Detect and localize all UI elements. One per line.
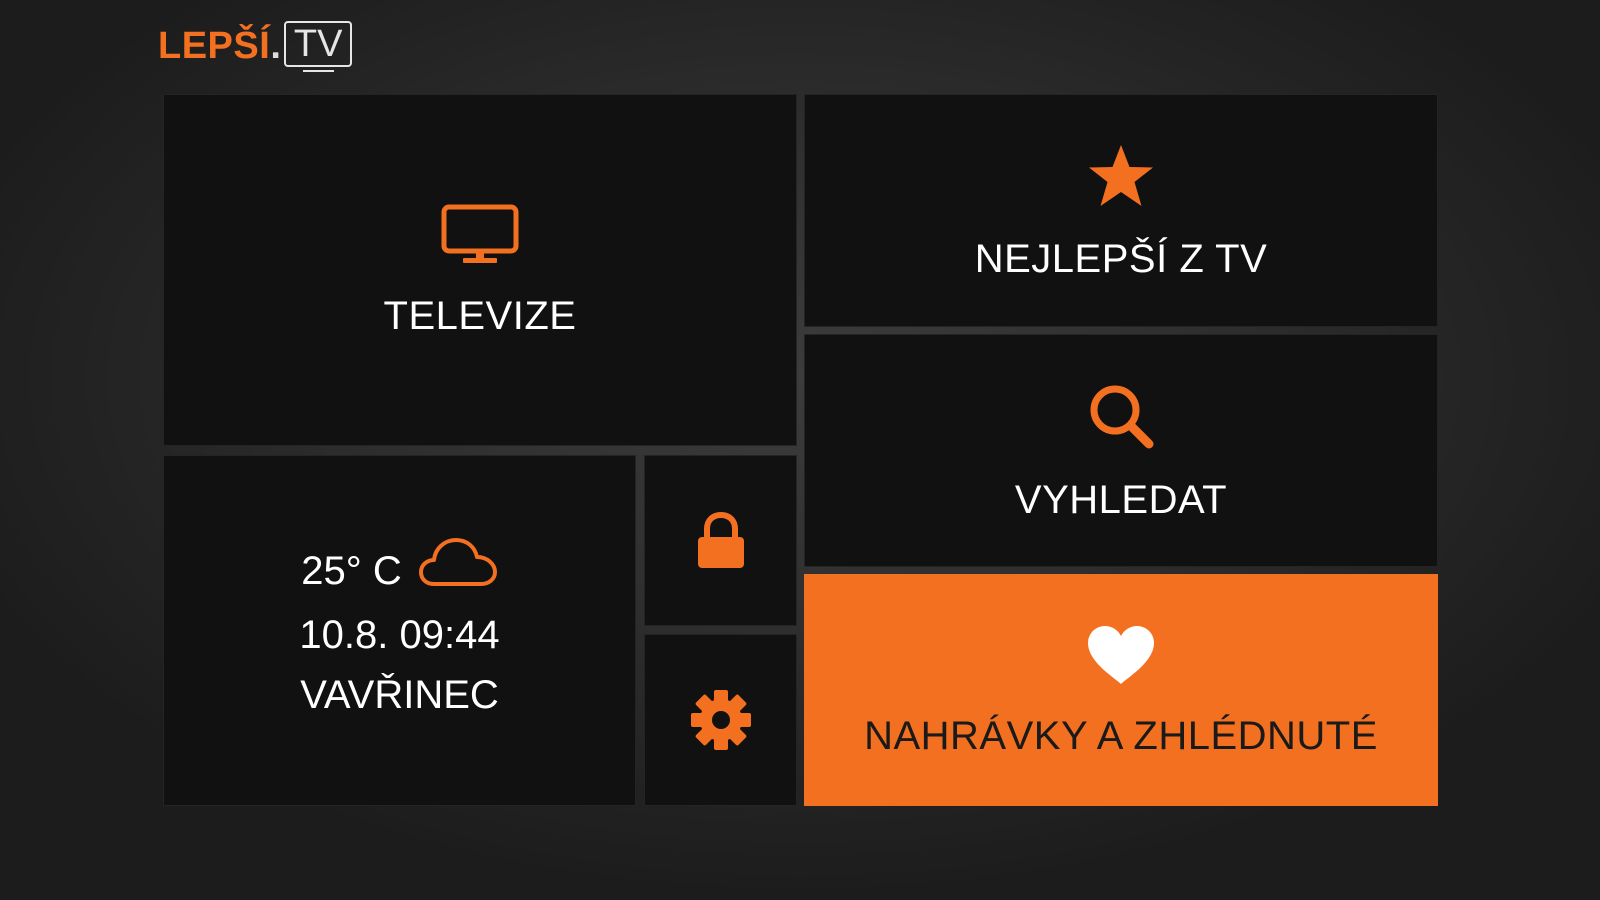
temperature-row: 25° C <box>301 536 498 605</box>
logo-dot: . <box>270 25 281 67</box>
logo-brand: LEPŠÍ <box>158 25 271 67</box>
temperature: 25° C <box>301 548 402 593</box>
heart-icon <box>1085 624 1157 686</box>
tile-search[interactable]: VYHLEDAT <box>804 334 1438 567</box>
app-logo: LEPŠÍ . TV <box>158 18 353 74</box>
tile-lock[interactable] <box>644 455 797 626</box>
gear-icon <box>689 688 753 752</box>
tile-settings[interactable] <box>644 634 797 806</box>
nameday: VAVŘINEC <box>300 673 499 717</box>
tile-television[interactable]: TELEVIZE <box>163 94 797 446</box>
lock-icon <box>696 511 746 570</box>
tile-info: 25° C 10.8. 09:44 VAVŘINEC <box>163 455 636 806</box>
tile-recordings-label: NAHRÁVKY A ZHLÉDNUTÉ <box>864 714 1378 758</box>
star-icon <box>1087 143 1155 209</box>
datetime: 10.8. 09:44 <box>299 613 500 657</box>
tile-television-label: TELEVIZE <box>383 294 577 338</box>
tv-icon <box>441 204 519 266</box>
tile-recordings[interactable]: NAHRÁVKY A ZHLÉDNUTÉ <box>804 574 1438 806</box>
search-icon <box>1087 382 1155 450</box>
tile-search-label: VYHLEDAT <box>1014 477 1228 522</box>
cloud-icon <box>418 536 498 605</box>
logo-tv-box: TV <box>283 21 353 72</box>
tile-best-of-tv-label: NEJLEPŠÍ Z TV <box>974 236 1268 281</box>
tile-best-of-tv[interactable]: NEJLEPŠÍ Z TV <box>804 94 1438 327</box>
